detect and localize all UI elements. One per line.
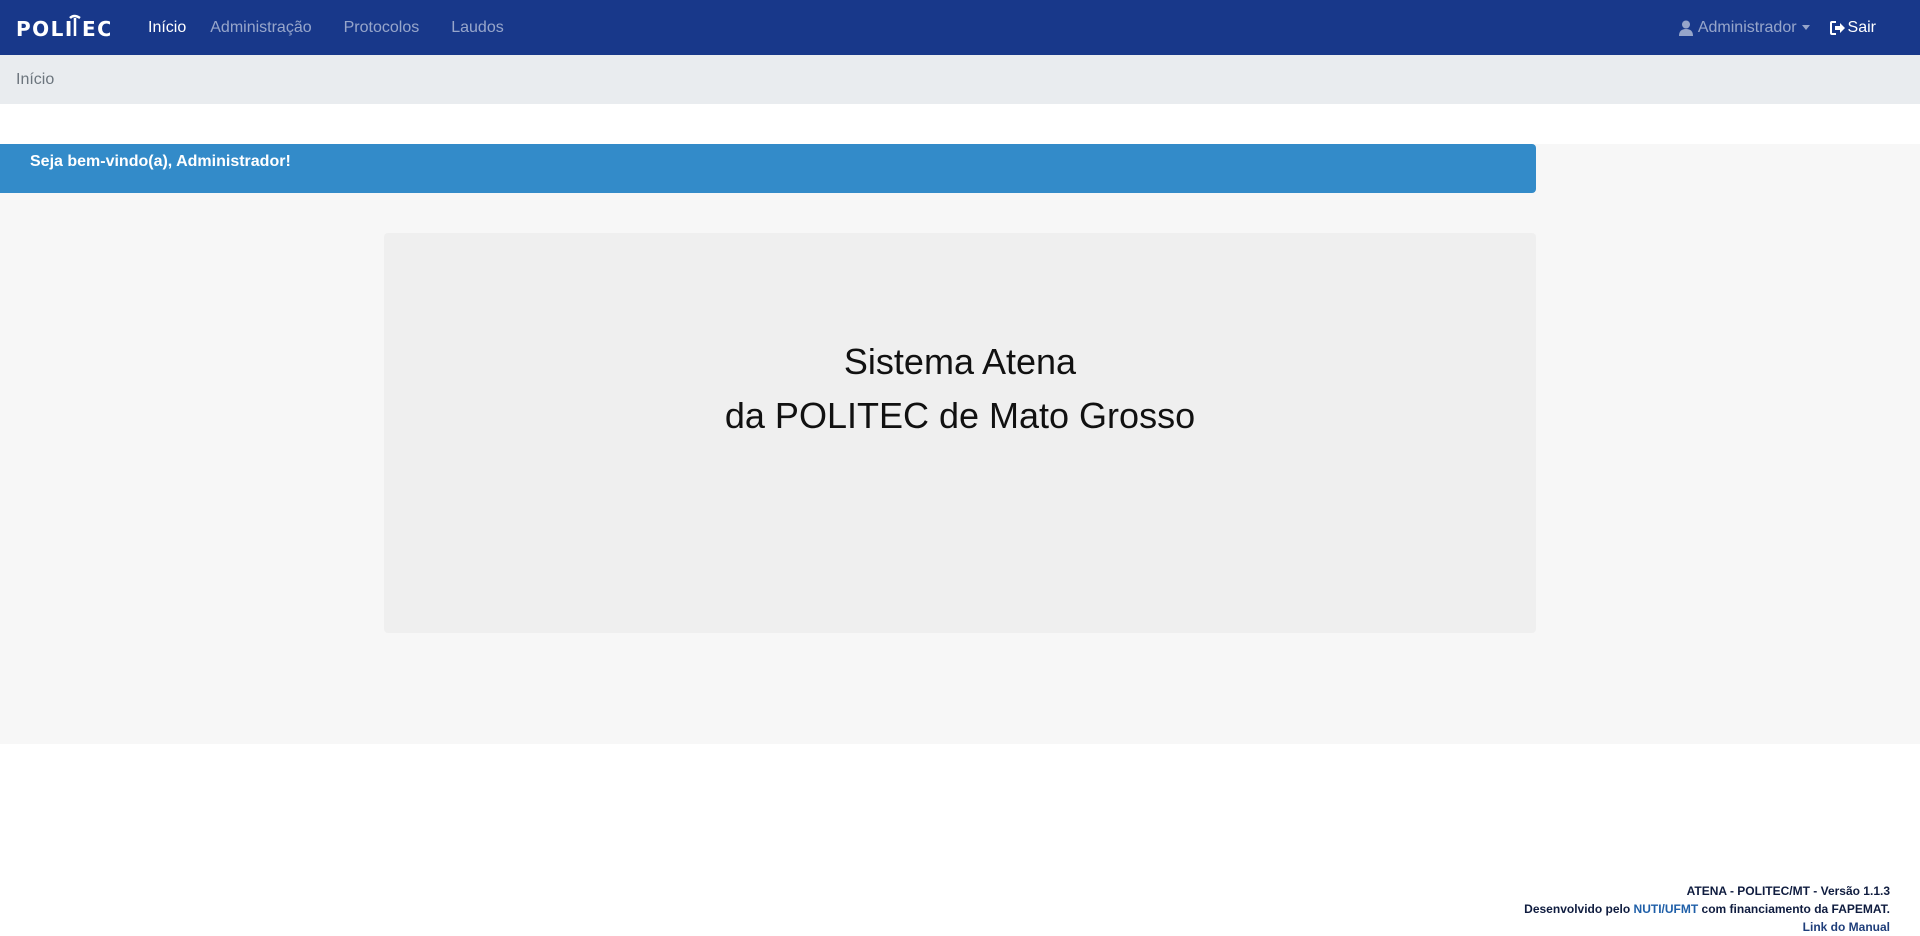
main-nav: Início Administração Protocolos Laudos [148, 0, 536, 55]
politec-logo[interactable]: POLI EC [16, 14, 110, 40]
logout-button[interactable]: Sair [1829, 18, 1876, 37]
svg-text:EC: EC [82, 17, 110, 40]
footer-version: ATENA - POLITEC/MT - Versão 1.1.3 [1686, 884, 1890, 898]
breadcrumb-item-inicio: Início [16, 70, 55, 88]
sign-out-icon [1829, 20, 1845, 35]
user-name: Administrador [1697, 18, 1797, 36]
footer-credits-suffix: com financiamento da FAPEMAT. [1698, 902, 1890, 916]
politec-logo-mark: POLI EC [16, 14, 110, 40]
hero-panel: Sistema Atena da POLITEC de Mato Grosso [384, 233, 1536, 633]
welcome-message: Seja bem-vindo(a), Administrador! [30, 153, 291, 170]
logout-label: Sair [1847, 18, 1876, 36]
hero-title-line-1: Sistema Atena [843, 341, 1077, 382]
footer: ATENA - POLITEC/MT - Versão 1.1.3 Desenv… [1524, 882, 1890, 936]
svg-text:POLI: POLI [16, 17, 74, 40]
nav-link-inicio[interactable]: Início [148, 19, 186, 37]
nav-link-laudos[interactable]: Laudos [451, 19, 504, 37]
nav-link-protocolos[interactable]: Protocolos [344, 19, 420, 37]
hero-title: Sistema Atena da POLITEC de Mato Grosso [384, 335, 1536, 443]
manual-link[interactable]: Link do Manual [1524, 918, 1890, 936]
chevron-down-icon [1801, 25, 1810, 30]
nav-right: Administrador Sair [1678, 0, 1876, 55]
footer-credits-prefix: Desenvolvido pelo [1524, 902, 1634, 916]
breadcrumb: Início [0, 55, 1920, 104]
footer-credits: Desenvolvido pelo NUTI/UFMT com financia… [1524, 900, 1890, 918]
top-navbar: POLI EC Início Administração Protocolos … [0, 0, 1920, 55]
nuti-ufmt-link[interactable]: NUTI/UFMT [1634, 902, 1699, 916]
hero-title-line-2: da POLITEC de Mato Grosso [724, 395, 1196, 436]
welcome-alert: Seja bem-vindo(a), Administrador! [0, 144, 1536, 193]
user-icon [1678, 20, 1693, 36]
user-dropdown[interactable]: Administrador [1678, 18, 1810, 37]
nav-link-administracao[interactable]: Administração [210, 19, 311, 37]
